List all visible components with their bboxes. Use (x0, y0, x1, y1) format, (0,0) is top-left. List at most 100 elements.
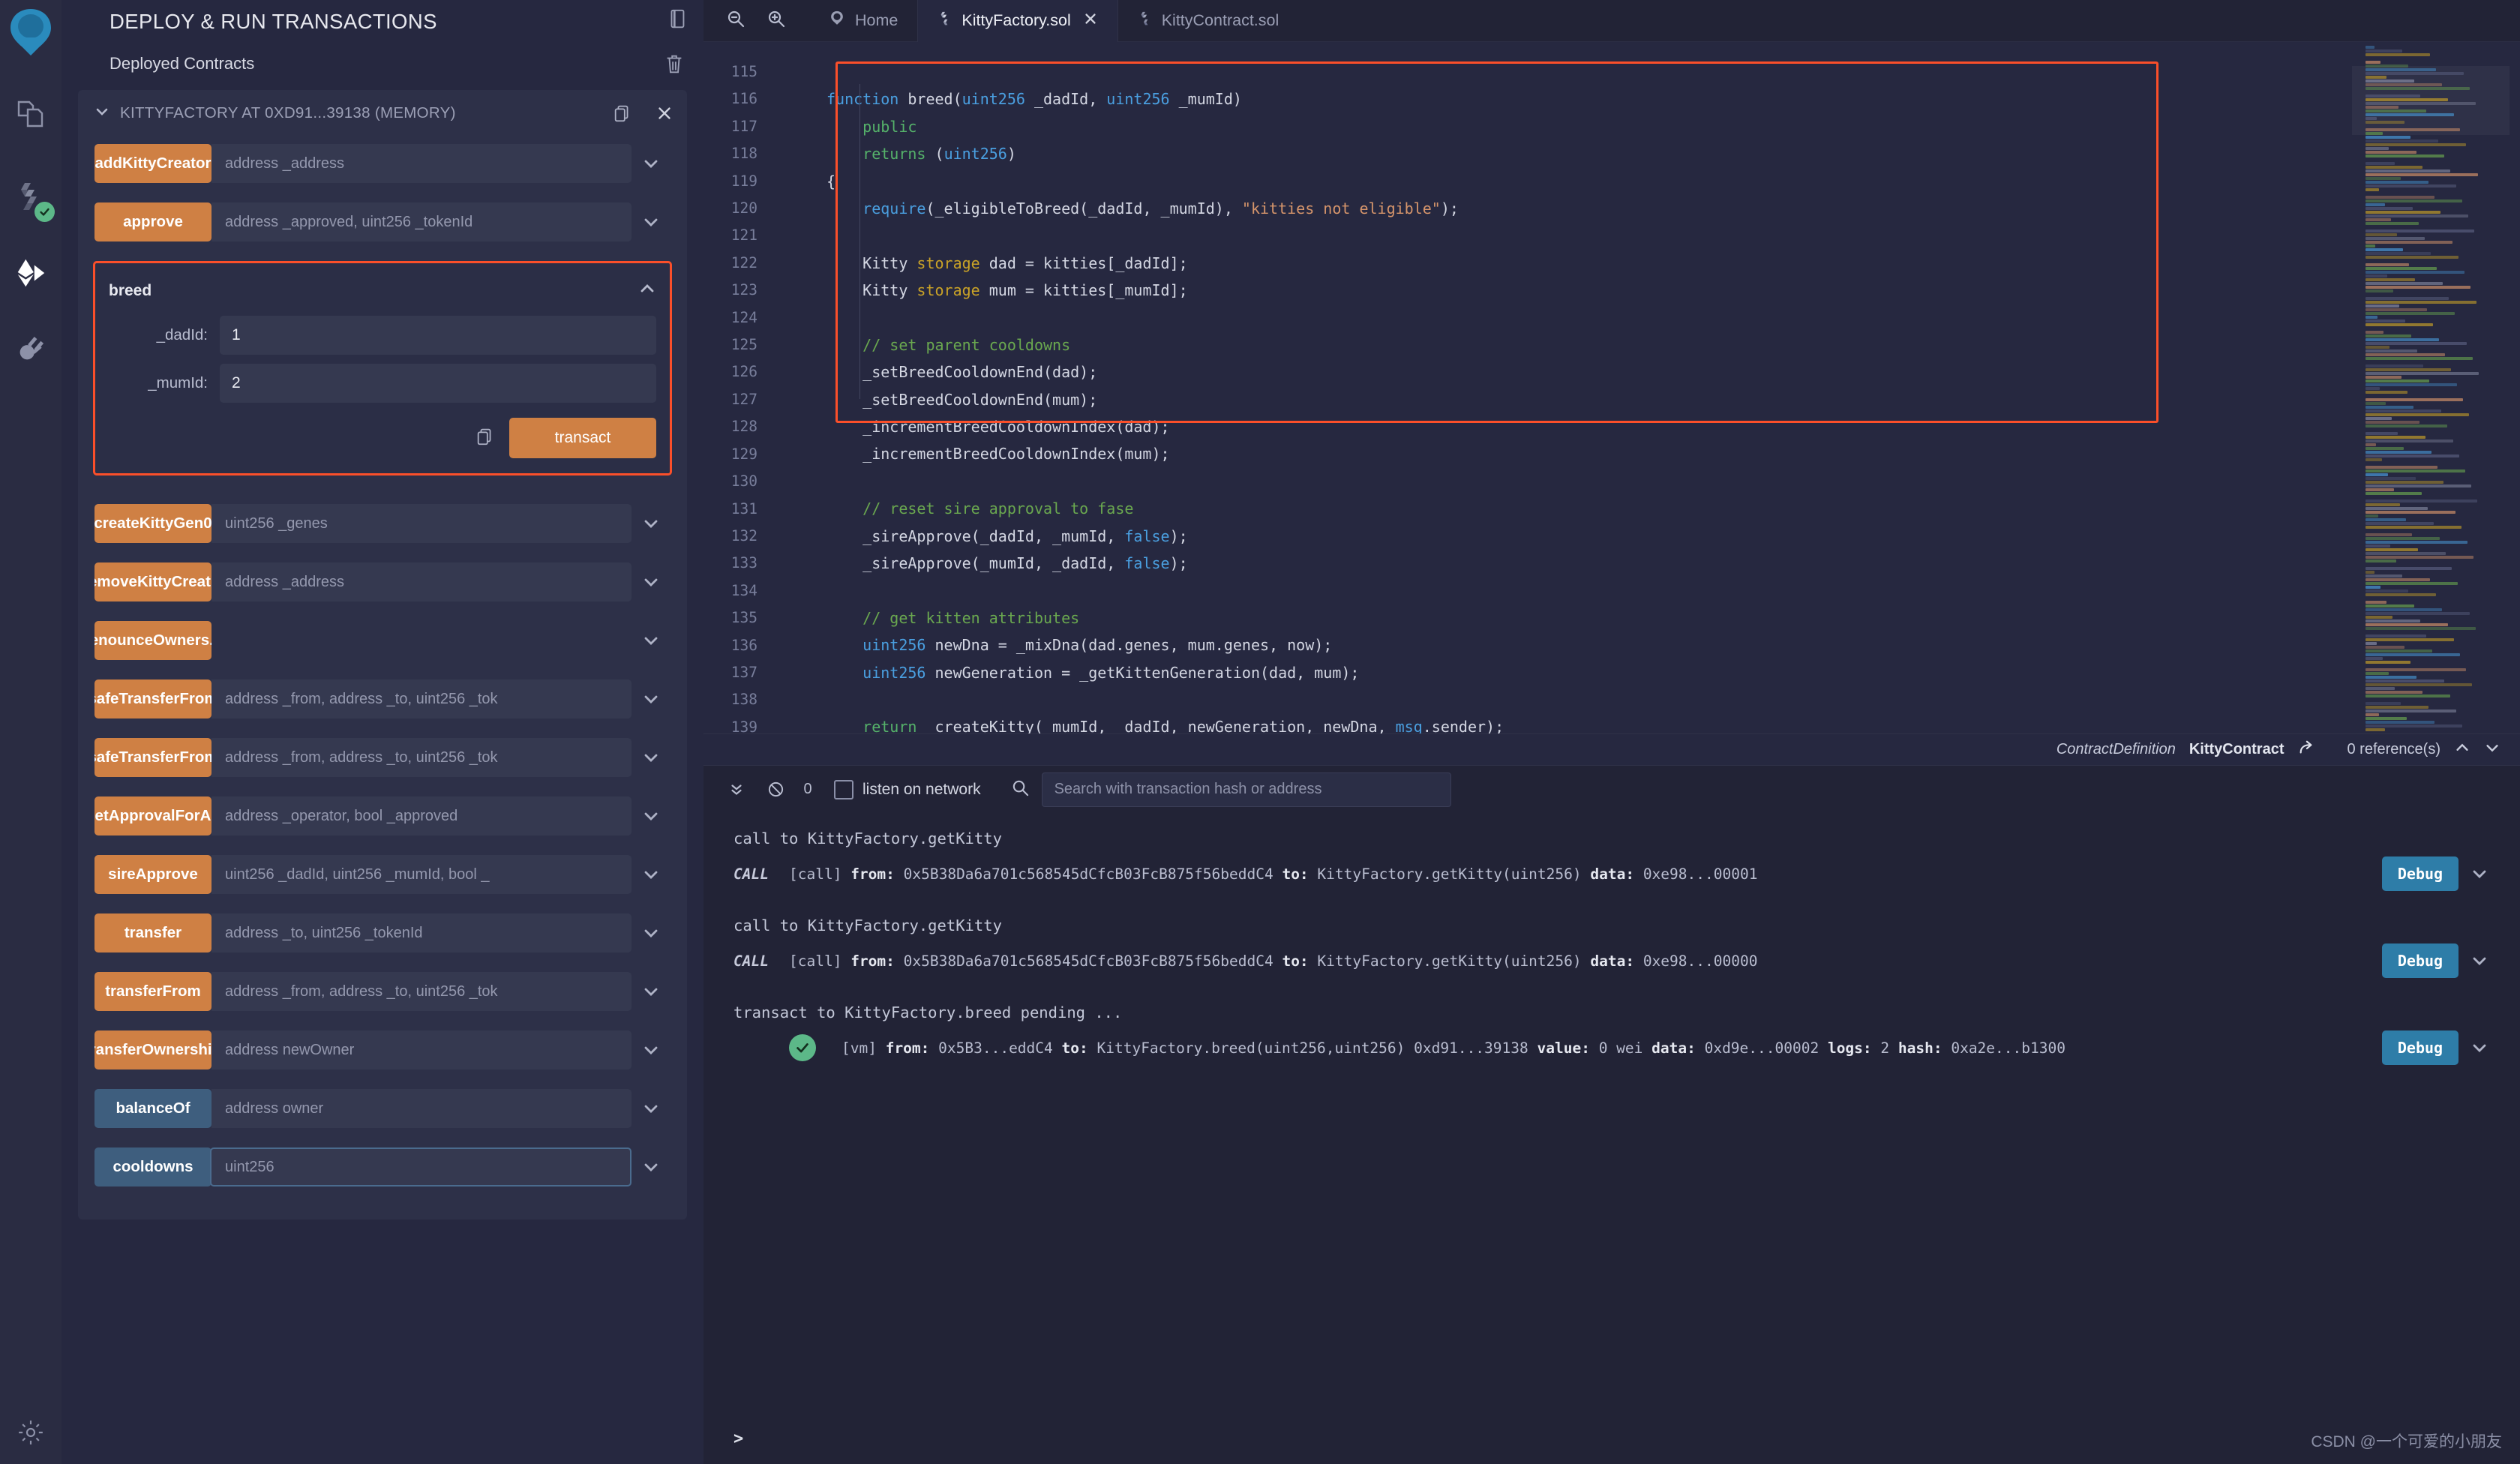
function-button-approve[interactable]: approve (94, 202, 212, 242)
code-editor: 115 116 117 118 119 120 121 122 123 124 125 126 127 1… (704, 42, 2520, 734)
line-number: 117 (730, 117, 758, 135)
copy-icon[interactable] (475, 426, 496, 451)
clear-console-icon[interactable] (756, 781, 795, 798)
transact-button[interactable]: transact (509, 418, 656, 458)
chevron-down-icon[interactable] (632, 144, 670, 183)
function-button-transferFrom[interactable]: transferFrom (94, 972, 212, 1011)
log-type-tag: CALL (734, 952, 769, 970)
function-button-setApprovalForAll[interactable]: setApprovalForAll (94, 796, 212, 836)
chevron-up-icon[interactable] (2454, 740, 2470, 760)
minimap-line (2366, 458, 2382, 461)
terminal-prompt[interactable]: > (704, 1413, 2520, 1464)
chevron-down-icon[interactable] (632, 1030, 670, 1070)
tab-home[interactable]: Home (808, 0, 917, 42)
breed-input-mumid[interactable] (220, 364, 656, 403)
chevron-down-icon[interactable] (632, 1089, 670, 1128)
function-input-removeKittyCreat[interactable] (212, 562, 632, 602)
function-input-createKittyGen0[interactable] (212, 504, 632, 543)
minimap-line (2366, 601, 2386, 604)
chevron-down-icon[interactable] (632, 504, 670, 543)
function-button-sireApprove[interactable]: sireApprove (94, 855, 212, 894)
tab-kittycontract-sol[interactable]: KittyContract.sol (1117, 0, 1299, 42)
deploy-run-icon[interactable] (8, 250, 53, 296)
contract-functions-bottom: createKittyGen0 removeKittyCreat... renoun… (78, 496, 687, 1186)
function-button-transfer[interactable]: transfer (94, 914, 212, 952)
chevron-down-icon[interactable] (632, 621, 670, 660)
chevron-down-icon[interactable] (2458, 1039, 2500, 1057)
double-chevron-down-icon[interactable] (717, 782, 756, 798)
settings-gear-icon[interactable] (0, 1418, 62, 1448)
log-message: call to KittyFactory.getKitty (734, 830, 1002, 848)
chevron-down-icon[interactable] (2484, 740, 2500, 760)
trash-icon[interactable] (663, 52, 686, 79)
function-input-approve[interactable] (212, 202, 632, 242)
function-input-transferOwnership[interactable] (212, 1030, 632, 1070)
log-entry-row[interactable]: CALL [call] from: 0x5B38Da6a701c568545dCf… (704, 934, 2520, 987)
function-input-balanceOf[interactable] (212, 1089, 632, 1128)
notebook-icon[interactable] (666, 8, 688, 34)
solidity-compiler-icon[interactable] (8, 174, 55, 222)
chevron-down-icon[interactable] (632, 914, 670, 952)
contract-card-header[interactable]: KITTYFACTORY AT 0XD91...39138 (MEMORY) (78, 90, 687, 136)
minimap-line (2366, 567, 2452, 570)
function-button-safeTransferFrom[interactable]: safeTransferFrom (94, 738, 212, 777)
debug-button[interactable]: Debug (2382, 856, 2458, 891)
chevron-down-icon[interactable] (632, 796, 670, 836)
function-button-safeTransferFrom[interactable]: safeTransferFrom (94, 680, 212, 718)
chevron-down-icon[interactable] (94, 104, 110, 122)
function-row: setApprovalForAll (94, 796, 670, 836)
function-button-renounceOwners[interactable]: renounceOwners... (94, 621, 212, 660)
log-entry-row[interactable]: CALL [call] from: 0x5B38Da6a701c568545dCf… (704, 848, 2520, 900)
chevron-down-icon[interactable] (632, 738, 670, 777)
function-input-transfer[interactable] (212, 914, 632, 952)
chevron-down-icon[interactable] (632, 562, 670, 602)
chevron-down-icon[interactable] (632, 202, 670, 242)
minimap-line (2366, 522, 2434, 525)
jump-to-icon[interactable] (2298, 740, 2314, 760)
log-entry-row[interactable]: [vm] from: 0x5B3...eddC4 to: KittyFactor… (704, 1022, 2520, 1074)
chevron-up-icon[interactable] (638, 280, 656, 302)
function-input-safeTransferFrom[interactable] (212, 738, 632, 777)
function-input-cooldowns[interactable] (210, 1148, 632, 1186)
function-input-renounceOwners[interactable] (212, 621, 632, 660)
function-button-cooldowns[interactable]: cooldowns (94, 1148, 212, 1186)
function-button-removeKittyCreat[interactable]: removeKittyCreat... (94, 562, 212, 602)
chevron-down-icon[interactable] (632, 1148, 670, 1186)
close-icon[interactable] (656, 104, 674, 122)
code-content[interactable]: function breed(uint256 _dadId, uint256 _… (770, 42, 2352, 734)
minimap-line (2366, 436, 2426, 439)
function-input-setApprovalForAll[interactable] (212, 796, 632, 836)
minimap-line (2366, 447, 2404, 450)
zoom-out-icon[interactable] (726, 9, 746, 32)
editor-minimap[interactable] (2352, 42, 2510, 734)
function-button-transferOwnership[interactable]: transferOwnership (94, 1030, 212, 1070)
chevron-down-icon[interactable] (632, 972, 670, 1011)
function-input-transferFrom[interactable] (212, 972, 632, 1011)
close-icon[interactable] (1083, 11, 1098, 31)
copy-icon[interactable] (612, 103, 633, 124)
zoom-in-icon[interactable] (766, 9, 786, 32)
editor-scrollbar[interactable] (2510, 42, 2520, 734)
plugin-manager-icon[interactable] (8, 326, 53, 370)
file-explorer-icon[interactable] (8, 92, 53, 136)
terminal-search-input[interactable] (1041, 772, 1451, 807)
breed-input-dadid[interactable] (220, 316, 656, 355)
debug-button[interactable]: Debug (2382, 1030, 2458, 1065)
minimap-line (2366, 653, 2460, 656)
chevron-down-icon[interactable] (632, 680, 670, 718)
function-button-createKittyGen0[interactable]: createKittyGen0 (94, 504, 212, 543)
search-icon (1011, 778, 1030, 801)
function-button-addKittyCreator[interactable]: addKittyCreator (94, 144, 212, 183)
function-input-safeTransferFrom[interactable] (212, 680, 632, 718)
chevron-down-icon[interactable] (2458, 865, 2500, 883)
tab-kittyfactory-sol[interactable]: KittyFactory.sol (917, 0, 1118, 42)
function-input-addKittyCreator[interactable] (212, 144, 632, 183)
debug-button[interactable]: Debug (2382, 944, 2458, 978)
remix-logo-icon[interactable] (3, 4, 58, 60)
function-input-sireApprove[interactable] (212, 855, 632, 894)
listen-on-network-checkbox[interactable] (834, 779, 854, 800)
function-button-balanceOf[interactable]: balanceOf (94, 1089, 212, 1128)
chevron-down-icon[interactable] (2458, 952, 2500, 970)
minimap-line (2366, 590, 2408, 592)
chevron-down-icon[interactable] (632, 855, 670, 894)
